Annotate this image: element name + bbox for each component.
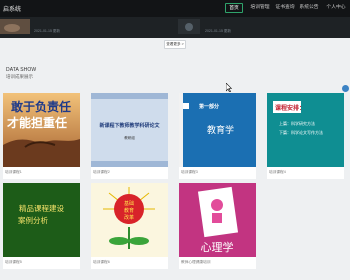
course-image: 第一部分 教育学 bbox=[179, 93, 256, 167]
course-card[interactable]: 课程安排： 上篇：科学研究方法 下篇：科学论文写作方法 培训课程4 bbox=[267, 93, 344, 179]
view-more-button[interactable]: 查看更多 > bbox=[164, 40, 186, 49]
card-text: 才能担重任 bbox=[7, 115, 67, 130]
card-text: 新课程下教师教学科研论文 bbox=[99, 122, 160, 129]
top-card-caption: 2021-01-15 更新 bbox=[34, 29, 60, 33]
course-image: 心理学 bbox=[179, 183, 256, 257]
course-plan-icon: 课程安排： 上篇：科学研究方法 下篇：科学论文写作方法 bbox=[267, 93, 344, 167]
card-text: 课程安排： bbox=[275, 104, 305, 112]
course-card[interactable]: 基础 教育 改革 培训课程6 bbox=[91, 183, 168, 269]
document-cover-icon: 新课程下教师教学科研论文 教研组 bbox=[91, 93, 168, 167]
card-text: 敢于负责任 bbox=[11, 99, 71, 114]
course-caption: 培训课程3 bbox=[181, 170, 198, 174]
course-card[interactable]: 新课程下教师教学科研论文 教研组 培训课程2 bbox=[91, 93, 168, 179]
card-text: 教研组 bbox=[124, 135, 135, 140]
thumbnail-image-icon bbox=[0, 19, 30, 34]
reform-flower-icon: 基础 教育 改革 bbox=[91, 183, 168, 257]
course-caption: 培训课程2 bbox=[93, 170, 110, 174]
card-text: 精品课程建设 bbox=[19, 203, 64, 213]
nav-item-certificate[interactable]: 证书查询 bbox=[274, 3, 296, 13]
top-card-thumbnail[interactable] bbox=[0, 19, 30, 34]
hands-image-icon: 敢于负责任 才能担重任 bbox=[3, 93, 80, 167]
course-image: 精品课程建设 案例分析 bbox=[3, 183, 80, 257]
card-text: 教育学 bbox=[207, 124, 234, 135]
nav-item-profile[interactable]: 个人中心 bbox=[322, 3, 350, 13]
course-image: 基础 教育 改革 bbox=[91, 183, 168, 257]
course-image: 新课程下教师教学科研论文 教研组 bbox=[91, 93, 168, 167]
card-text: 第一部分 bbox=[199, 103, 219, 110]
card-text: 心理学 bbox=[201, 240, 234, 254]
nav-item-home[interactable]: 首页 bbox=[225, 3, 243, 13]
top-card-thumbnail[interactable] bbox=[178, 19, 200, 34]
scroll-top-button[interactable] bbox=[342, 85, 349, 92]
top-card-caption: 2021-01-15 更新 bbox=[205, 29, 231, 33]
nav-item-notice[interactable]: 系统公告 bbox=[298, 3, 320, 13]
course-caption: 培训课程5 bbox=[5, 260, 22, 264]
section-subtitle: 培训成果展示 bbox=[6, 74, 33, 79]
thumbnail-image-icon bbox=[178, 19, 200, 34]
green-cover-icon: 精品课程建设 案例分析 bbox=[3, 183, 80, 257]
course-card[interactable]: 第一部分 教育学 培训课程3 bbox=[179, 93, 256, 179]
mouse-cursor-icon bbox=[226, 83, 232, 92]
card-text: 基础 bbox=[124, 200, 134, 207]
course-caption: 培训课程6 bbox=[93, 260, 110, 264]
education-slide-icon: 第一部分 教育学 bbox=[179, 93, 256, 167]
card-text: 上篇：科学研究方法 bbox=[279, 120, 315, 126]
navbar: 启系统 首页 培训管理 证书查询 系统公告 个人中心 bbox=[0, 0, 350, 17]
course-caption: 培训课程4 bbox=[269, 170, 286, 174]
brand-title: 启系统 bbox=[3, 7, 22, 13]
psychology-cover-icon: 心理学 bbox=[179, 183, 256, 257]
nav-item-training[interactable]: 培训管理 bbox=[249, 3, 271, 13]
course-card[interactable]: 心理学 教师心理健康培训 bbox=[179, 183, 256, 269]
card-text: 下篇：科学论文写作方法 bbox=[279, 129, 323, 135]
course-card[interactable]: 敢于负责任 才能担重任 培训课程1 bbox=[3, 93, 80, 179]
course-image: 课程安排： 上篇：科学研究方法 下篇：科学论文写作方法 bbox=[267, 93, 344, 167]
course-caption: 教师心理健康培训 bbox=[181, 260, 211, 264]
card-text: 改革 bbox=[124, 214, 134, 221]
card-text: 案例分析 bbox=[18, 215, 48, 225]
card-text: 教育 bbox=[124, 207, 134, 214]
course-card[interactable]: 精品课程建设 案例分析 培训课程5 bbox=[3, 183, 80, 269]
section-title: DATA SHOW bbox=[6, 67, 37, 73]
course-image: 敢于负责任 才能担重任 bbox=[3, 93, 80, 167]
course-caption: 培训课程1 bbox=[5, 170, 22, 174]
